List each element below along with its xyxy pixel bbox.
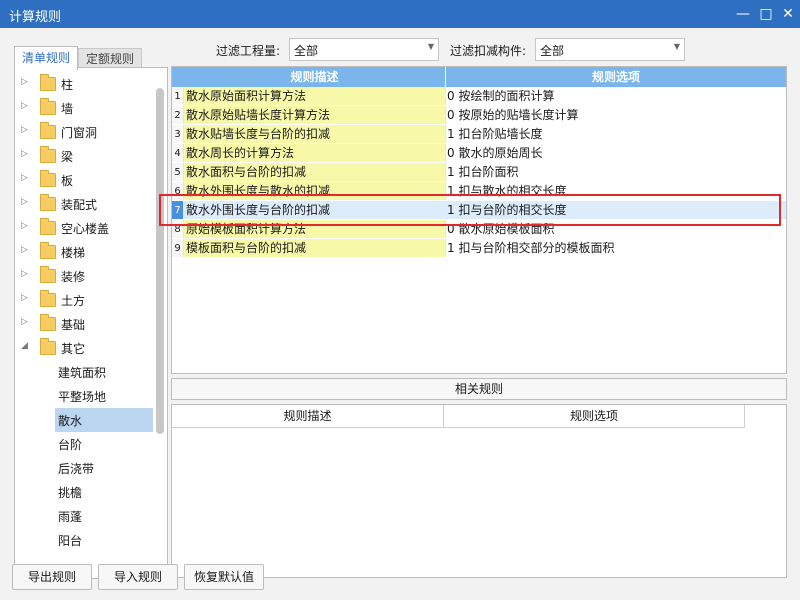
- component-tree: ▷ 柱 ▷ 墙 ▷ 门窗洞 ▷ 梁 ▷ 板 ▷ 装配式 ▷ 空心楼盖 ▷ 楼梯 ▷ 装修 ▷ 土方 …: [14, 67, 168, 579]
- related-column-description[interactable]: 规则描述: [172, 405, 444, 428]
- table-row[interactable]: 1 散水原始面积计算方法 0 按绘制的面积计算: [172, 87, 786, 106]
- folder-icon: [40, 242, 56, 259]
- folder-icon: [40, 194, 56, 211]
- window-title: 计算规则: [9, 10, 62, 25]
- folder-icon: [40, 218, 56, 235]
- related-rules-grid: 规则描述 规则选项: [171, 404, 787, 578]
- dropdown-arrow-icon: ▼: [673, 42, 680, 51]
- restore-defaults-button[interactable]: 恢复默认值: [184, 564, 264, 590]
- tree-child-steps[interactable]: 台阶: [55, 432, 153, 456]
- export-rules-button[interactable]: 导出规则: [12, 564, 92, 590]
- expand-arrow-icon[interactable]: ▷: [21, 125, 28, 135]
- tree-child-canopy[interactable]: 雨蓬: [55, 504, 153, 528]
- related-rules-title: 相关规则: [171, 378, 787, 400]
- tree-child-site-leveling[interactable]: 平整场地: [55, 384, 153, 408]
- table-row[interactable]: 5 散水面积与台阶的扣减 1 扣台阶面积: [172, 163, 786, 182]
- tab-bill-rules[interactable]: 清单规则: [14, 46, 78, 70]
- tree-item-other[interactable]: ◢ 其它: [15, 336, 165, 360]
- minimize-icon[interactable]: —: [732, 4, 754, 24]
- table-row[interactable]: 2 散水原始贴墙长度计算方法 0 按原始的贴墙长度计算: [172, 106, 786, 125]
- expand-arrow-icon[interactable]: ▷: [21, 101, 28, 111]
- expand-arrow-icon[interactable]: ▷: [21, 245, 28, 255]
- folder-icon: [40, 146, 56, 163]
- expand-arrow-icon[interactable]: ▷: [21, 149, 28, 159]
- tree-item-decoration[interactable]: ▷ 装修: [15, 264, 165, 288]
- folder-icon: [40, 170, 56, 187]
- table-row[interactable]: 3 散水贴墙长度与台阶的扣减 1 扣台阶贴墙长度: [172, 125, 786, 144]
- import-rules-button[interactable]: 导入规则: [98, 564, 178, 590]
- tree-item-earthwork[interactable]: ▷ 土方: [15, 288, 165, 312]
- column-header-description[interactable]: 规则描述: [184, 67, 446, 87]
- expand-arrow-icon[interactable]: ▷: [21, 77, 28, 87]
- folder-icon: [40, 314, 56, 331]
- collapse-arrow-icon[interactable]: ◢: [21, 341, 28, 351]
- table-row[interactable]: 9 模板面积与台阶的扣减 1 扣与台阶相交部分的模板面积: [172, 239, 786, 258]
- expand-arrow-icon[interactable]: ▷: [21, 269, 28, 279]
- folder-icon: [40, 74, 56, 91]
- dialog-body: 清单规则 定额规则 ▷ 柱 ▷ 墙 ▷ 门窗洞 ▷ 梁 ▷ 板 ▷ 装配式 ▷ 空心楼盖 ▷ 楼…: [0, 28, 800, 600]
- expand-arrow-icon[interactable]: ▷: [21, 173, 28, 183]
- annotation-highlight-box: [159, 194, 781, 226]
- tree-child-post-pour-strip[interactable]: 后浇带: [55, 456, 153, 480]
- row-number-header: [172, 67, 184, 87]
- filter-component-select[interactable]: 全部 ▼: [535, 38, 685, 61]
- title-bar: 计算规则 — □ ✕: [0, 0, 800, 28]
- folder-icon: [40, 290, 56, 307]
- tree-item-foundation[interactable]: ▷ 基础: [15, 312, 165, 336]
- tree-child-apron[interactable]: 散水: [55, 408, 153, 432]
- tree-item-stairs[interactable]: ▷ 楼梯: [15, 240, 165, 264]
- filter-component-label: 过滤扣减构件:: [450, 44, 527, 58]
- folder-icon: [40, 98, 56, 115]
- tree-item-column[interactable]: ▷ 柱: [15, 72, 165, 96]
- folder-icon: [40, 122, 56, 139]
- folder-icon: [40, 338, 56, 355]
- tree-child-building-area[interactable]: 建筑面积: [55, 360, 153, 384]
- tree-child-balcony[interactable]: 阳台: [55, 528, 153, 552]
- filter-project-select[interactable]: 全部 ▼: [289, 38, 439, 61]
- tree-item-hollow-floor[interactable]: ▷ 空心楼盖: [15, 216, 165, 240]
- expand-arrow-icon[interactable]: ▷: [21, 221, 28, 231]
- maximize-icon[interactable]: □: [755, 4, 777, 24]
- dropdown-arrow-icon: ▼: [427, 42, 434, 51]
- expand-arrow-icon[interactable]: ▷: [21, 293, 28, 303]
- expand-arrow-icon[interactable]: ▷: [21, 197, 28, 207]
- close-icon[interactable]: ✕: [777, 4, 799, 24]
- tree-item-wall[interactable]: ▷ 墙: [15, 96, 165, 120]
- tree-item-beam[interactable]: ▷ 梁: [15, 144, 165, 168]
- expand-arrow-icon[interactable]: ▷: [21, 317, 28, 327]
- tree-item-prefab[interactable]: ▷ 装配式: [15, 192, 165, 216]
- tab-quota-rules[interactable]: 定额规则: [78, 48, 142, 68]
- tree-scrollbar[interactable]: [156, 88, 164, 434]
- column-header-option[interactable]: 规则选项: [446, 67, 786, 87]
- tree-item-slab[interactable]: ▷ 板: [15, 168, 165, 192]
- table-row[interactable]: 4 散水周长的计算方法 0 散水的原始周长: [172, 144, 786, 163]
- folder-icon: [40, 266, 56, 283]
- tree-item-door-window[interactable]: ▷ 门窗洞: [15, 120, 165, 144]
- filter-project-label: 过滤工程量:: [216, 44, 281, 58]
- related-column-option[interactable]: 规则选项: [444, 405, 745, 428]
- tree-child-eave[interactable]: 挑檐: [55, 480, 153, 504]
